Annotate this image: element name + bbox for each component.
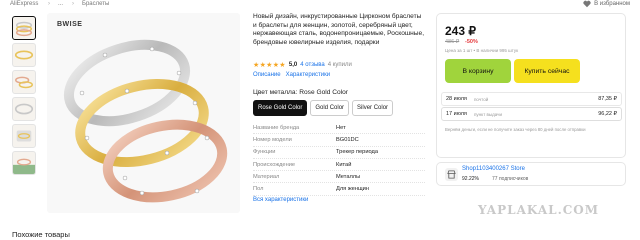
thumbnail[interactable] [12, 97, 36, 121]
store-icon [445, 168, 458, 181]
tab-specs[interactable]: Характеристики [286, 72, 331, 78]
breadcrumb-ellipsis[interactable]: ... [58, 1, 63, 7]
watermark: YAPLAKAL.COM [478, 203, 600, 217]
spec-value: Трекер периода [336, 149, 379, 156]
thumbnail-strip [12, 16, 38, 178]
bracelets-image [63, 39, 228, 203]
delivery-option[interactable]: 17 июля пункт выдачи 96,22 ₽ [441, 107, 622, 121]
breadcrumb-home[interactable]: AliExpress [10, 1, 38, 7]
add-to-cart-button[interactable]: В корзину [445, 59, 511, 83]
spec-key: Функции [253, 149, 276, 156]
delivery-type: почтой [474, 96, 489, 102]
color-variants: Rose Gold Color Gold Color Silver Color [253, 100, 394, 116]
buy-box: 243 ₽ 486 ₽ -50% Цена за 1 шт • В наличи… [436, 13, 626, 158]
breadcrumb-separator: › [72, 1, 74, 7]
spec-value: BG01DC [336, 136, 359, 143]
store-rating: 92.22% [462, 176, 479, 182]
similar-products-heading: Похожие товары [12, 230, 70, 239]
spec-key: Название бренда [253, 124, 300, 131]
favorite-label: В избранном [594, 1, 630, 7]
store-card[interactable]: Shop1103400267 Store 92.22% 77 подписчик… [436, 162, 626, 186]
breadcrumb-separator: › [48, 1, 50, 7]
heart-icon [583, 0, 591, 8]
spec-value: Нет [336, 124, 346, 131]
delivery-date: 28 июля [446, 96, 467, 102]
all-specs-link[interactable]: Вся характеристики [253, 197, 308, 203]
spec-key: Пол [253, 186, 264, 193]
variant-silver[interactable]: Silver Color [352, 100, 394, 116]
spec-key: Материал [253, 173, 280, 180]
spec-row: Номер модели BG01DC [253, 134, 425, 147]
thumbnail[interactable] [12, 43, 36, 67]
discount-badge: -50% [465, 39, 478, 45]
spec-value: Металлы [336, 173, 361, 180]
bought-count: 4 купили [327, 62, 352, 68]
thumbnail[interactable] [12, 151, 36, 175]
thumbnail[interactable] [12, 124, 36, 148]
price: 243 ₽ [445, 24, 476, 38]
spec-key: Происхождение [253, 161, 296, 168]
spec-value: Китай [336, 161, 352, 168]
brand-logo: BWISE [57, 21, 83, 28]
spec-row: Происхождение Китай [253, 159, 425, 172]
product-title: Новый дизайн, инкрустированные Цирконом … [253, 13, 425, 46]
delivery-price: 96,22 ₽ [598, 111, 617, 117]
top-bar: AliExpress › ... › Браслеты В избранном [10, 0, 630, 12]
buy-now-button[interactable]: Купить сейчас [514, 59, 580, 83]
delivery-price: 87,35 ₽ [598, 96, 617, 102]
breadcrumb-category[interactable]: Браслеты [82, 1, 109, 7]
specs-table: Название бренда Нет Номер модели BG01DC Фу… [253, 122, 425, 196]
store-subscribers: 77 подписчиков [492, 176, 529, 182]
spec-row: Пол Для женщин [253, 183, 425, 196]
product-main-image[interactable]: BWISE [47, 13, 240, 213]
product-tabs: Описание Характеристики [253, 72, 330, 78]
spec-key: Номер модели [253, 136, 292, 143]
rating-score: 5,0 [288, 62, 298, 68]
price-note: Цена за 1 шт • В наличии 995 штук [445, 48, 519, 53]
variant-rose-gold[interactable]: Rose Gold Color [253, 100, 308, 116]
store-name[interactable]: Shop1103400267 Store [462, 166, 525, 172]
tab-description[interactable]: Описание [253, 72, 281, 78]
spec-row: Функции Трекер периода [253, 147, 425, 159]
spec-row: Название бренда Нет [253, 122, 425, 135]
color-label: Цвет металла: Rose Gold Color [253, 89, 348, 96]
spec-row: Материал Металлы [253, 171, 425, 184]
delivery-option[interactable]: 28 июля почтой 87,35 ₽ [441, 92, 622, 106]
delivery-type: пункт выдачи [474, 111, 503, 117]
delivery-date: 17 июля [446, 111, 467, 117]
refund-note: Вернём деньги, если не получите заказ че… [445, 127, 586, 132]
thumbnail[interactable] [12, 70, 36, 94]
old-price: 486 ₽ [445, 39, 460, 45]
spec-value: Для женщин [336, 186, 369, 193]
favorite-button[interactable]: В избранном [583, 0, 630, 8]
variant-gold[interactable]: Gold Color [310, 100, 350, 116]
reviews-link[interactable]: 4 отзыва [300, 62, 324, 68]
thumbnail[interactable] [12, 16, 36, 40]
rating-row: ★★★★★ 5,0 4 отзыва 4 купили [253, 61, 352, 69]
star-rating-icon: ★★★★★ [253, 62, 286, 69]
